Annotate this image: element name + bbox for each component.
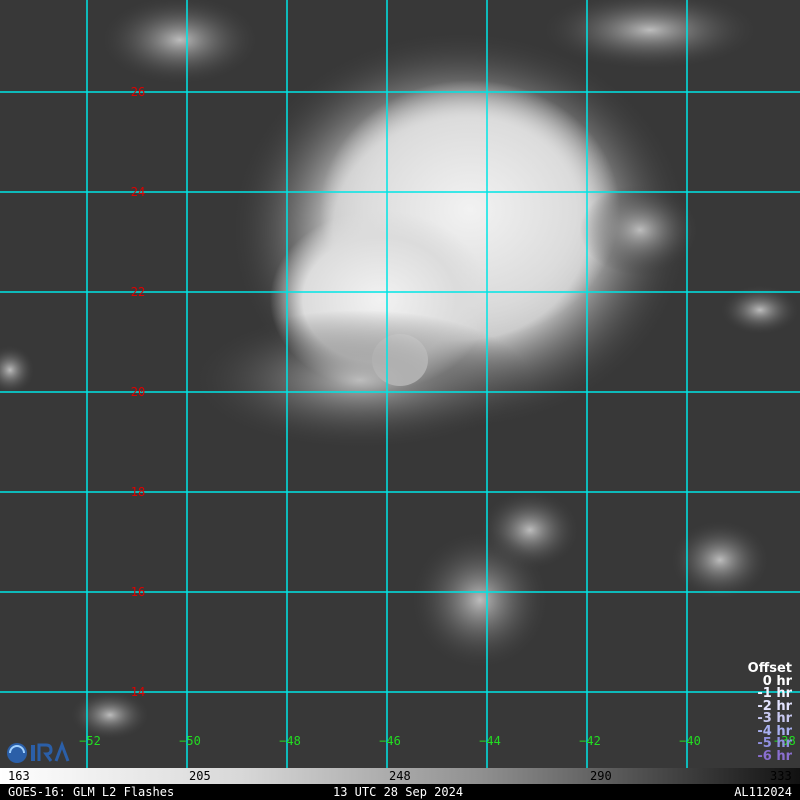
longitude-label: −40 [679,734,701,748]
scale-tick-label: 333 [770,769,792,783]
longitude-label: −46 [379,734,401,748]
longitude-label: −42 [579,734,601,748]
footer-datetime: 13 UTC 28 Sep 2024 [333,785,464,799]
legend-item: -6 hr [757,748,792,764]
longitude-label: −44 [479,734,501,748]
offset-legend: Offset 0 hr -1 hr -2 hr -3 hr -4 hr -5 hr -6 h… [748,662,792,764]
latitude-label: 14 [130,685,146,699]
scale-tick-label: 205 [189,769,211,783]
scale-tick-label: 290 [590,769,612,783]
scale-tick-label: 248 [389,769,411,783]
temperature-scale-bar: 163 205 248 290 333 [0,768,800,784]
longitude-label: −50 [179,734,201,748]
satellite-image [0,0,800,768]
longitude-label: −48 [279,734,301,748]
latitude-label: 18 [130,485,146,499]
scale-tick-label: 163 [8,769,30,783]
cira-logo-icon [4,740,74,766]
latitude-label: 24 [130,185,146,199]
longitude-label: −52 [79,734,101,748]
footer-storm-id: AL112024 [734,785,792,799]
satellite-map: 26 24 22 20 18 16 14 −52 −50 −48 −46 −44 −42 −40 −38 … [0,0,800,800]
latitude-label: 16 [130,585,146,599]
footer-bar: GOES-16: GLM L2 Flashes 13 UTC 28 Sep 20… [0,784,800,800]
latitude-label: 26 [130,85,146,99]
footer-product: GOES-16: GLM L2 Flashes [8,785,175,799]
latitude-label: 22 [130,285,146,299]
latitude-label: 20 [130,385,146,399]
